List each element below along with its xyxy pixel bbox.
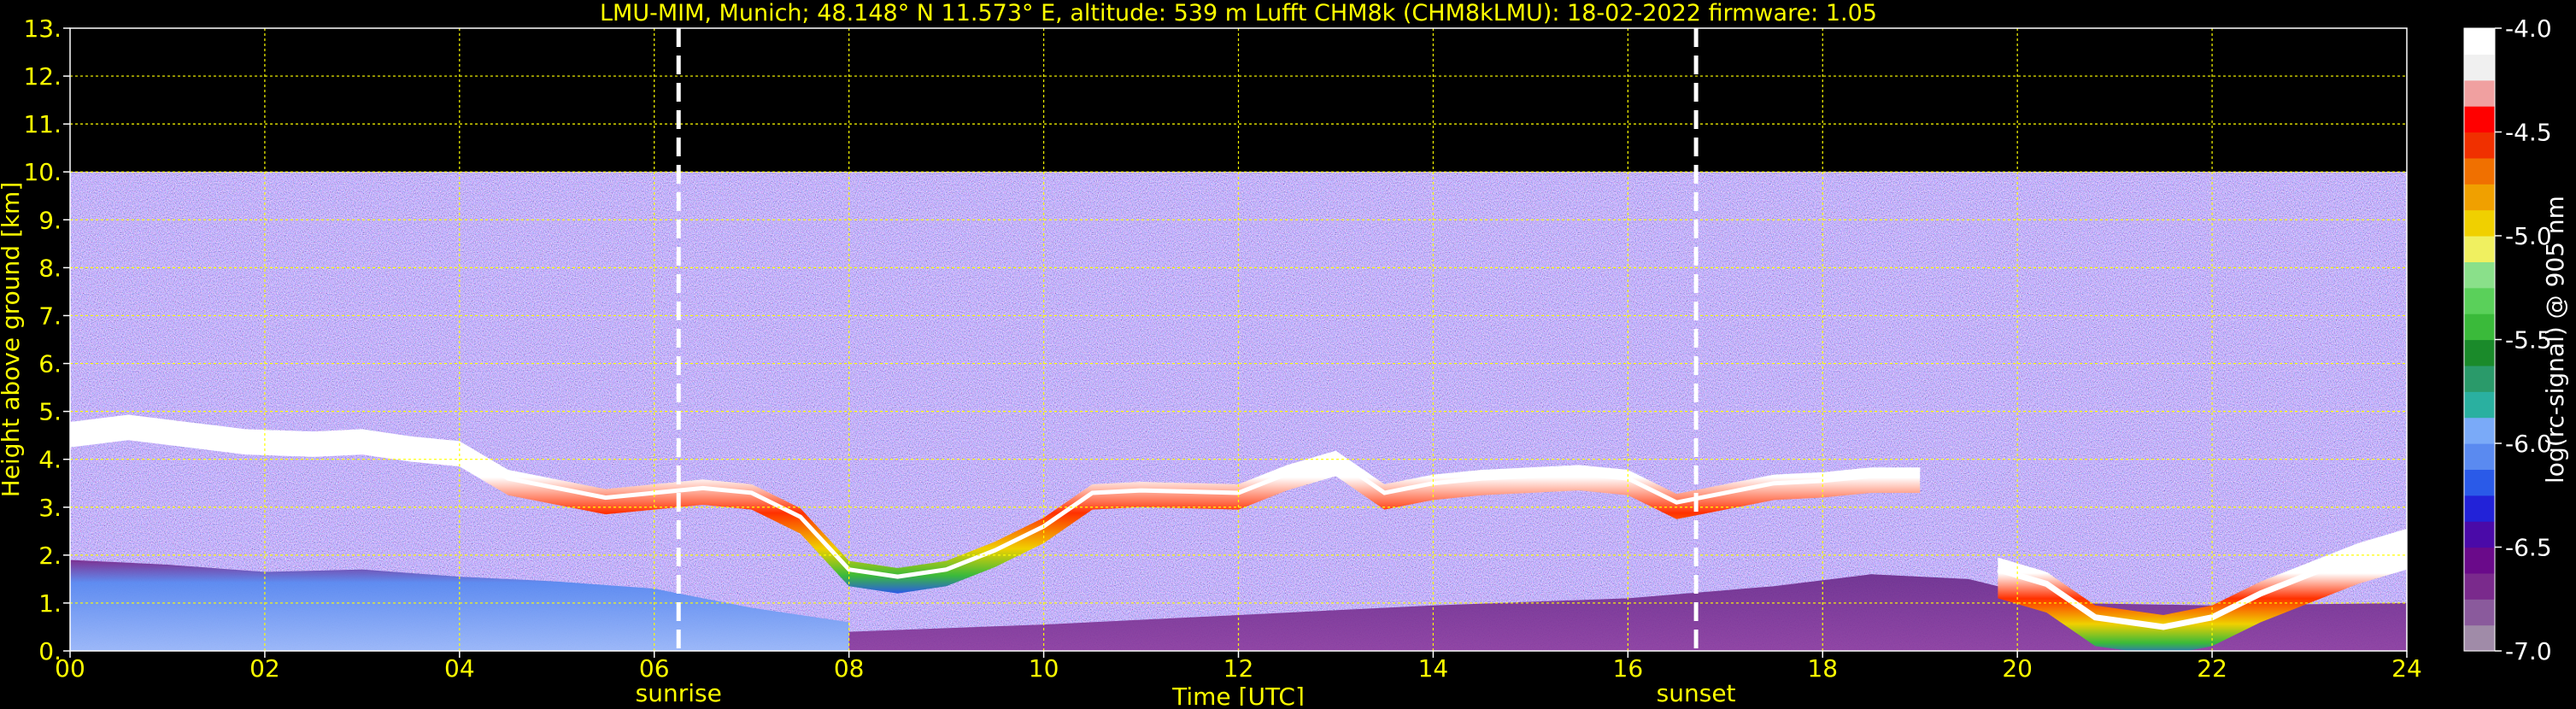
y-tick-label: 11. xyxy=(23,110,62,138)
colorbar-cell xyxy=(2464,443,2495,470)
colorbar-cell xyxy=(2464,236,2495,262)
x-tick-label: 16 xyxy=(1613,654,1644,683)
colorbar-tick-label: -4.0 xyxy=(2505,15,2552,43)
colorbar-cell xyxy=(2464,547,2495,574)
x-tick-label: 12 xyxy=(1223,654,1254,683)
x-tick-label: 10 xyxy=(1029,654,1059,683)
x-tick-label: 24 xyxy=(2391,654,2422,683)
y-tick-label: 3. xyxy=(38,494,62,522)
colorbar-cell xyxy=(2464,391,2495,419)
colorbar-cell xyxy=(2464,28,2495,55)
y-tick-label: 5. xyxy=(38,398,62,426)
colorbar-cell xyxy=(2464,624,2495,652)
y-axis-label: Height above ground [km] xyxy=(0,182,25,498)
y-tick-label: 10. xyxy=(23,158,62,186)
x-tick-label: 18 xyxy=(1807,654,1838,683)
colorbar-cell xyxy=(2464,469,2495,496)
ceilometer-chart: sunrise sunset 0.1.2.3.4.5.6.7.8.9.10.11.… xyxy=(0,0,2569,709)
colorbar-cell xyxy=(2464,365,2495,392)
event-label-sunset: sunset xyxy=(1657,679,1736,706)
y-axis: 0.1.2.3.4.5.6.7.8.9.10.11.12.13. xyxy=(23,15,70,665)
colorbar-tick-label: -7.0 xyxy=(2505,637,2552,665)
colorbar-cell xyxy=(2464,313,2495,341)
colorbar-cell xyxy=(2464,521,2495,548)
x-tick-label: 04 xyxy=(444,654,475,683)
y-tick-label: 7. xyxy=(38,302,62,330)
colorbar-cell xyxy=(2464,79,2495,107)
colorbar-cell xyxy=(2464,209,2495,237)
y-tick-label: 13. xyxy=(23,15,62,43)
x-tick-label: 00 xyxy=(55,654,85,683)
colorbar-cell xyxy=(2464,495,2495,522)
colorbar: -4.0-4.5-5.0-5.5-6.0-6.5-7.0 log(rc-sign… xyxy=(2463,15,2569,665)
colorbar-cells xyxy=(2464,28,2495,652)
event-label-sunrise: sunrise xyxy=(636,679,722,706)
ceilometer-plot: sunrise sunset 0. 1. 2. 3. 4. 5. 6. 7. 8. 9. 10. 11.… xyxy=(0,0,2576,709)
x-tick-label: 22 xyxy=(2197,654,2227,683)
colorbar-tick-label: -6.5 xyxy=(2505,534,2552,562)
colorbar-cell xyxy=(2464,572,2495,600)
colorbar-label: log(rc-signal) @ 905 nm xyxy=(2541,196,2569,483)
y-tick-label: 1. xyxy=(38,589,62,618)
y-tick-label: 6. xyxy=(38,350,62,378)
x-tick-label: 08 xyxy=(834,654,865,683)
colorbar-cell xyxy=(2464,261,2495,289)
x-tick-label: 02 xyxy=(249,654,280,683)
colorbar-cell xyxy=(2464,157,2495,185)
colorbar-cell xyxy=(2464,184,2495,211)
x-tick-label: 14 xyxy=(1418,654,1449,683)
chart-title: LMU-MIM, Munich; 48.148° N 11.573° E, al… xyxy=(600,0,1877,26)
colorbar-cell xyxy=(2464,417,2495,444)
y-tick-label: 12. xyxy=(23,62,62,91)
colorbar-tick-label: -4.5 xyxy=(2505,119,2552,147)
colorbar-cell xyxy=(2464,599,2495,626)
x-axis: 00 02 04 06 08 10 12 14 16 18 20 22 24 xyxy=(55,651,2422,683)
y-tick-label: 8. xyxy=(38,254,62,282)
colorbar-cell xyxy=(2464,287,2495,314)
colorbar-cell xyxy=(2464,132,2495,159)
colorbar-cell xyxy=(2464,106,2495,133)
y-tick-label: 4. xyxy=(38,446,62,474)
y-tick-label: 2. xyxy=(38,542,62,570)
x-axis-label: Time [UTC] xyxy=(1171,683,1305,706)
x-tick-label: 06 xyxy=(639,654,670,683)
colorbar-cell xyxy=(2464,339,2495,366)
x-tick-label: 20 xyxy=(2002,654,2033,683)
y-tick-label: 9. xyxy=(38,206,62,234)
colorbar-cell xyxy=(2464,54,2495,81)
